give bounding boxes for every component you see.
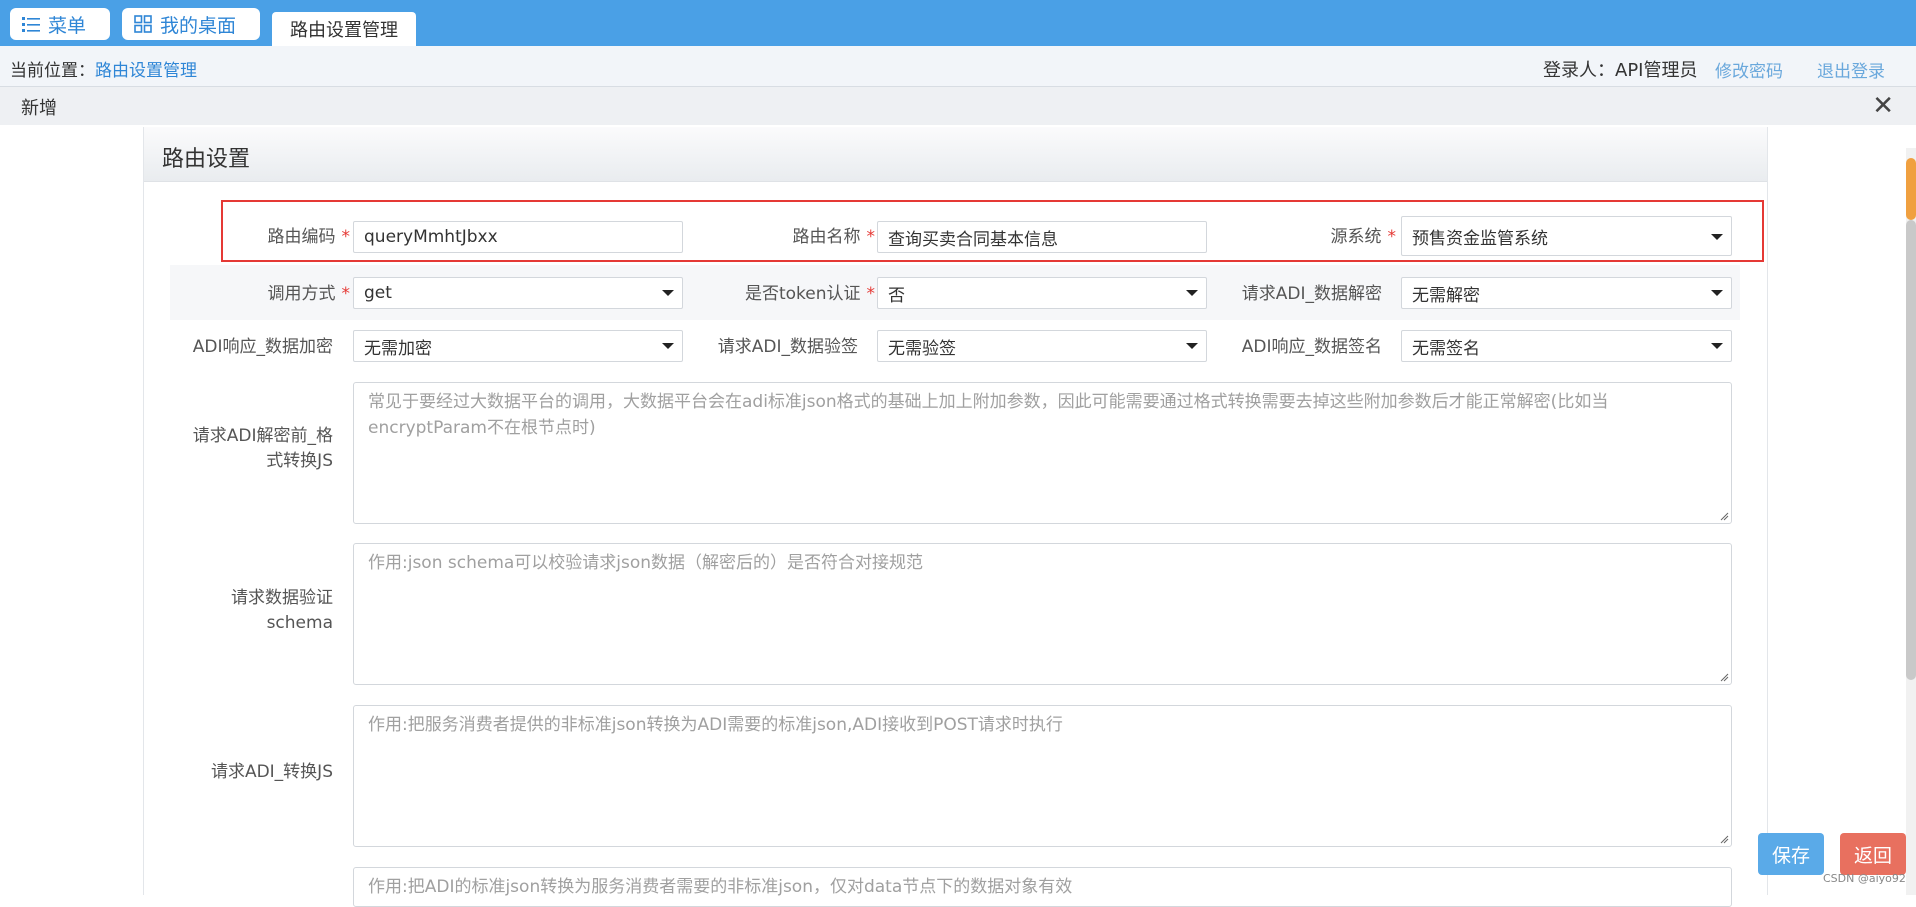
required-mark: * [866, 227, 876, 247]
resp-encrypt-select[interactable]: 无需加密 [353, 330, 683, 362]
call-method-label: 调用方式 * [200, 279, 351, 304]
change-password-link[interactable]: 修改密码 [1715, 57, 1783, 82]
req-verify-select[interactable]: 无需验签 [877, 330, 1207, 362]
menu-button[interactable]: 菜单 [10, 8, 110, 40]
req-convert-js-placeholder: 作用:把服务消费者提供的非标准json转换为ADI需要的标准json,ADI接收… [368, 715, 1063, 735]
tab-route-settings[interactable]: 路由设置管理 [272, 12, 416, 46]
resize-handle-icon[interactable] [1719, 511, 1729, 521]
pre-decrypt-js-placeholder: 常见于要经过大数据平台的调用，大数据平台会在adi标准json格式的基础上加上附… [368, 392, 1609, 438]
panel-header: 路由设置 [144, 127, 1767, 182]
req-schema-label-line1: 请求数据验证 [231, 588, 333, 608]
chevron-down-icon [1711, 343, 1723, 349]
pre-decrypt-js-label-line1: 请求ADI解密前_格 [192, 426, 333, 446]
required-mark: * [341, 284, 351, 304]
req-decrypt-label: 请求ADI_数据解密 [1241, 284, 1382, 304]
top-navigation-bar: 菜单 我的桌面 路由设置管理 [0, 0, 1916, 46]
login-user: 登录人：API管理员 [1543, 60, 1698, 81]
route-name-label-text: 路由名称 [792, 227, 861, 247]
required-mark: * [866, 284, 876, 304]
pre-decrypt-js-label: 请求ADI解密前_格 式转换JS [160, 424, 333, 474]
breadcrumb-current-link[interactable]: 路由设置管理 [95, 61, 197, 81]
resp-sign-value: 无需签名 [1412, 338, 1480, 359]
chevron-down-icon [662, 343, 674, 349]
req-schema-textarea[interactable]: 作用:json schema可以校验请求json数据（解密后的）是否符合对接规范 [353, 543, 1732, 685]
menu-label: 菜单 [48, 14, 87, 37]
chevron-down-icon [662, 290, 674, 296]
token-auth-label: 是否token认证 * [720, 279, 875, 304]
chevron-down-icon [1186, 343, 1198, 349]
dialog-title: 新增 [21, 98, 57, 119]
source-system-select[interactable]: 预售资金监管系统 [1401, 216, 1732, 256]
resp-convert-js-placeholder: 作用:把ADI的标准json转换为服务消费者需要的非标准json，仅对data节… [368, 877, 1073, 897]
panel-title: 路由设置 [162, 147, 251, 172]
req-schema-placeholder: 作用:json schema可以校验请求json数据（解密后的）是否符合对接规范 [368, 553, 924, 573]
grid-icon [134, 15, 152, 33]
desktop-label: 我的桌面 [160, 14, 237, 37]
req-decrypt-value: 无需解密 [1412, 285, 1480, 306]
resize-handle-icon[interactable] [1719, 672, 1729, 682]
resize-handle-icon[interactable] [1719, 834, 1729, 844]
breadcrumb-prefix: 当前位置： [10, 61, 95, 81]
desktop-button[interactable]: 我的桌面 [122, 8, 260, 40]
route-code-label-text: 路由编码 [267, 227, 336, 247]
token-auth-select[interactable]: 否 [877, 277, 1207, 309]
source-system-value: 预售资金监管系统 [1412, 228, 1548, 249]
breadcrumb: 当前位置：路由设置管理 [10, 56, 197, 81]
resp-encrypt-value: 无需加密 [364, 338, 432, 359]
pre-decrypt-js-label-line2: 式转换JS [266, 451, 333, 471]
scrollbar-rail [1906, 220, 1916, 680]
req-verify-value: 无需验签 [888, 338, 956, 359]
route-code-input[interactable]: queryMmhtJbxx [353, 221, 683, 253]
req-schema-label-line2: schema [266, 613, 333, 633]
dialog-header: 新增 ✕ [0, 87, 1916, 125]
close-icon[interactable]: ✕ [1872, 93, 1894, 119]
route-code-label: 路由编码 * [200, 222, 351, 247]
req-convert-js-label: 请求ADI_转换JS [210, 762, 333, 782]
watermark: CSDN @aiyo92 [1823, 872, 1906, 885]
token-auth-label-text: 是否token认证 [744, 284, 861, 304]
req-convert-js-textarea[interactable]: 作用:把服务消费者提供的非标准json转换为ADI需要的标准json,ADI接收… [353, 705, 1732, 847]
chevron-down-icon [1711, 234, 1723, 240]
route-name-label: 路由名称 * [720, 222, 876, 247]
resp-sign-select[interactable]: 无需签名 [1401, 330, 1732, 362]
req-decrypt-select[interactable]: 无需解密 [1401, 277, 1732, 309]
resp-encrypt-label: ADI响应_数据加密 [192, 337, 333, 357]
chevron-down-icon [1711, 290, 1723, 296]
call-method-value: get [364, 283, 392, 303]
req-schema-label: 请求数据验证 schema [160, 586, 333, 636]
source-system-label: 源系统 * [1250, 222, 1397, 247]
required-mark: * [341, 227, 351, 247]
chevron-down-icon [1186, 290, 1198, 296]
logout-link[interactable]: 退出登录 [1817, 57, 1885, 82]
list-icon [22, 17, 40, 32]
call-method-select[interactable]: get [353, 277, 683, 309]
token-auth-value: 否 [888, 285, 905, 306]
pre-decrypt-js-textarea[interactable]: 常见于要经过大数据平台的调用，大数据平台会在adi标准json格式的基础上加上附… [353, 382, 1732, 524]
resp-sign-label: ADI响应_数据签名 [1241, 337, 1382, 357]
breadcrumb-bar: 当前位置：路由设置管理 登录人：API管理员 修改密码 退出登录 [0, 46, 1916, 87]
back-button[interactable]: 返回 [1840, 833, 1906, 875]
call-method-label-text: 调用方式 [267, 284, 336, 304]
scrollbar-thumb[interactable] [1906, 158, 1916, 220]
route-name-input[interactable]: 查询买卖合同基本信息 [877, 221, 1207, 253]
req-verify-label: 请求ADI_数据验签 [717, 337, 858, 357]
resp-convert-js-textarea[interactable]: 作用:把ADI的标准json转换为服务消费者需要的非标准json，仅对data节… [353, 867, 1732, 907]
save-button[interactable]: 保存 [1758, 833, 1824, 875]
required-mark: * [1387, 227, 1397, 247]
source-system-label-text: 源系统 [1330, 227, 1382, 247]
